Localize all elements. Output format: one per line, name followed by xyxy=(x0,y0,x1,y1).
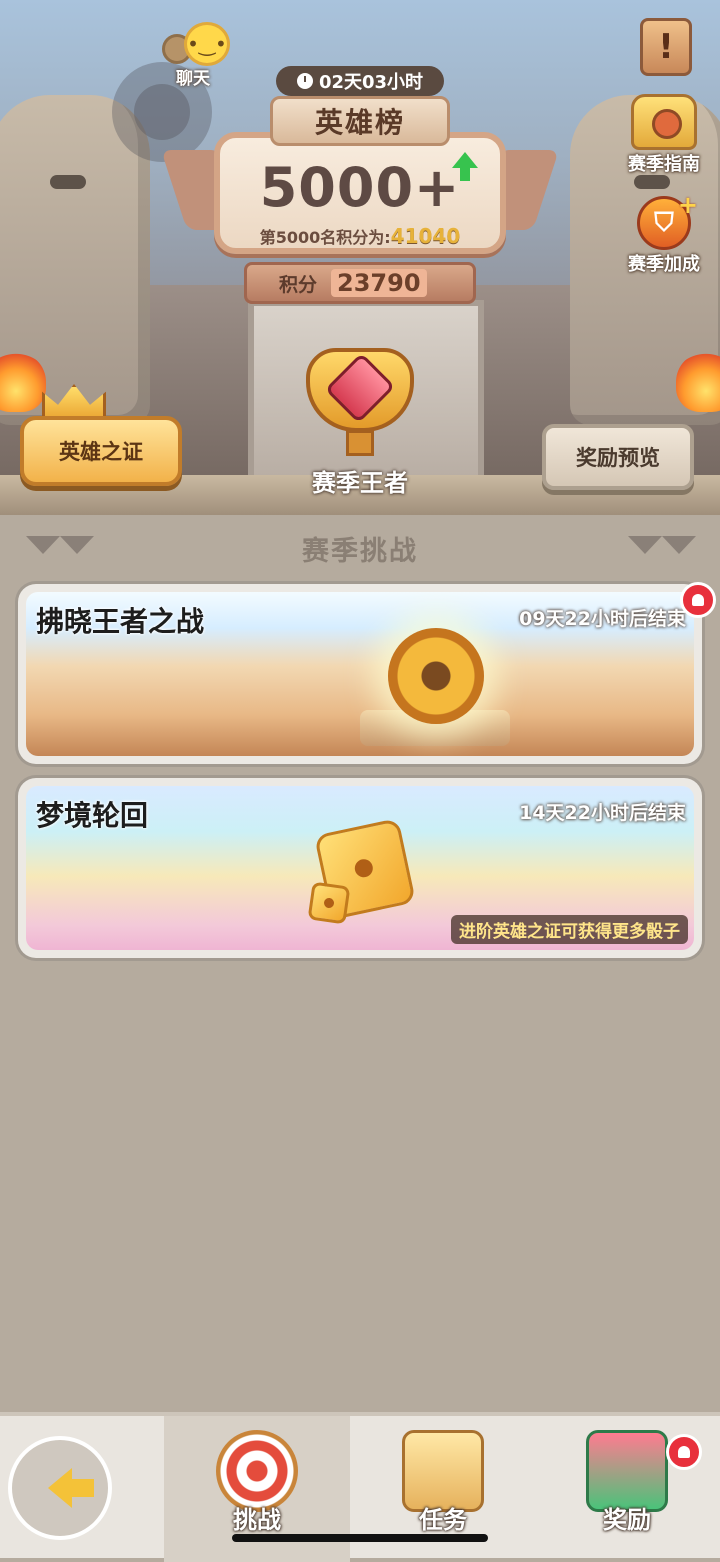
home-indicator[interactable] xyxy=(232,1534,488,1542)
season-boost-icon: ⛉ + xyxy=(637,191,698,250)
statue-eye xyxy=(634,175,670,189)
rank-up-arrow-icon xyxy=(452,152,478,181)
season-boost-label: 赛季加成 xyxy=(628,254,700,275)
alert-bell-icon xyxy=(680,582,716,618)
back-arrow-icon xyxy=(48,1468,94,1508)
rank-card[interactable]: 5000+ 第5000名积分为:41040 xyxy=(214,132,506,254)
tier-trophy-icon[interactable] xyxy=(288,340,432,460)
challenge-hint: 进阶英雄之证可获得更多骰子 xyxy=(451,915,688,944)
challenge-card-art: 拂晓王者之战 09天22小时后结束 xyxy=(26,592,694,756)
season-timer-text: 02天03小时 xyxy=(318,72,424,93)
plus-icon: + xyxy=(677,191,698,219)
reward-preview-label: 奖励预览 xyxy=(576,446,660,470)
season-guide-label: 赛季指南 xyxy=(628,154,700,175)
shield-icon: ⛉ xyxy=(654,207,674,238)
season-guide-button[interactable]: 赛季指南 xyxy=(614,94,714,176)
hero-proof-label: 英雄之证 xyxy=(59,440,143,464)
tab-label: 奖励 xyxy=(603,1506,651,1534)
reward-preview-button[interactable]: 奖励预览 xyxy=(542,424,694,490)
golden-medal-icon xyxy=(388,628,484,724)
score-label: 积分 xyxy=(279,273,318,296)
challenge-title: 拂晓王者之战 xyxy=(36,605,205,638)
clock-icon xyxy=(296,73,313,89)
rank-threshold-value: 41040 xyxy=(390,224,461,248)
tier-label: 赛季王者 xyxy=(312,469,408,497)
season-timer: 02天03小时 xyxy=(276,66,444,96)
statue-eye xyxy=(50,175,86,189)
challenge-title: 梦境轮回 xyxy=(36,799,149,832)
tab-label: 挑战 xyxy=(233,1506,281,1534)
challenge-time-left: 14天22小时后结束 xyxy=(519,802,686,824)
rank-threshold-label: 第5000名积分为: xyxy=(259,228,391,247)
score-value: 23790 xyxy=(331,269,427,297)
back-button[interactable] xyxy=(8,1436,112,1540)
score-bar: 积分 23790 xyxy=(244,262,476,304)
challenge-section-header: 赛季挑战 xyxy=(0,515,720,581)
challenge-time-left: 09天22小时后结束 xyxy=(519,608,686,630)
season-boost-button[interactable]: ⛉ + 赛季加成 xyxy=(614,191,714,276)
chat-label: 聊天 xyxy=(176,69,210,89)
challenge-card-art: 梦境轮回 14天22小时后结束 进阶英雄之证可获得更多骰子 xyxy=(26,786,694,950)
chat-smiley-icon: •‿• xyxy=(184,22,230,66)
challenge-card-dream-cycle[interactable]: 梦境轮回 14天22小时后结束 进阶英雄之证可获得更多骰子 xyxy=(18,778,702,958)
tab-label: 任务 xyxy=(419,1506,467,1534)
trophy-stem xyxy=(346,430,374,456)
challenge-card-dawn-battle[interactable]: 拂晓王者之战 09天22小时后结束 xyxy=(18,584,702,764)
guide-book-icon xyxy=(631,94,697,150)
notice-scroll-icon: ! xyxy=(640,18,692,76)
notice-button[interactable]: ! xyxy=(616,18,716,76)
chat-button[interactable]: •‿• 聊天 xyxy=(158,20,238,90)
small-dice-icon xyxy=(307,881,351,925)
hero-proof-button[interactable]: 英雄之证 xyxy=(20,416,182,486)
leaderboard-title: 英雄榜 xyxy=(270,96,450,146)
rank-threshold-note: 第5000名积分为:41040 xyxy=(220,224,500,248)
rewards-alert-bell-icon xyxy=(666,1434,702,1470)
section-title: 赛季挑战 xyxy=(302,535,418,567)
